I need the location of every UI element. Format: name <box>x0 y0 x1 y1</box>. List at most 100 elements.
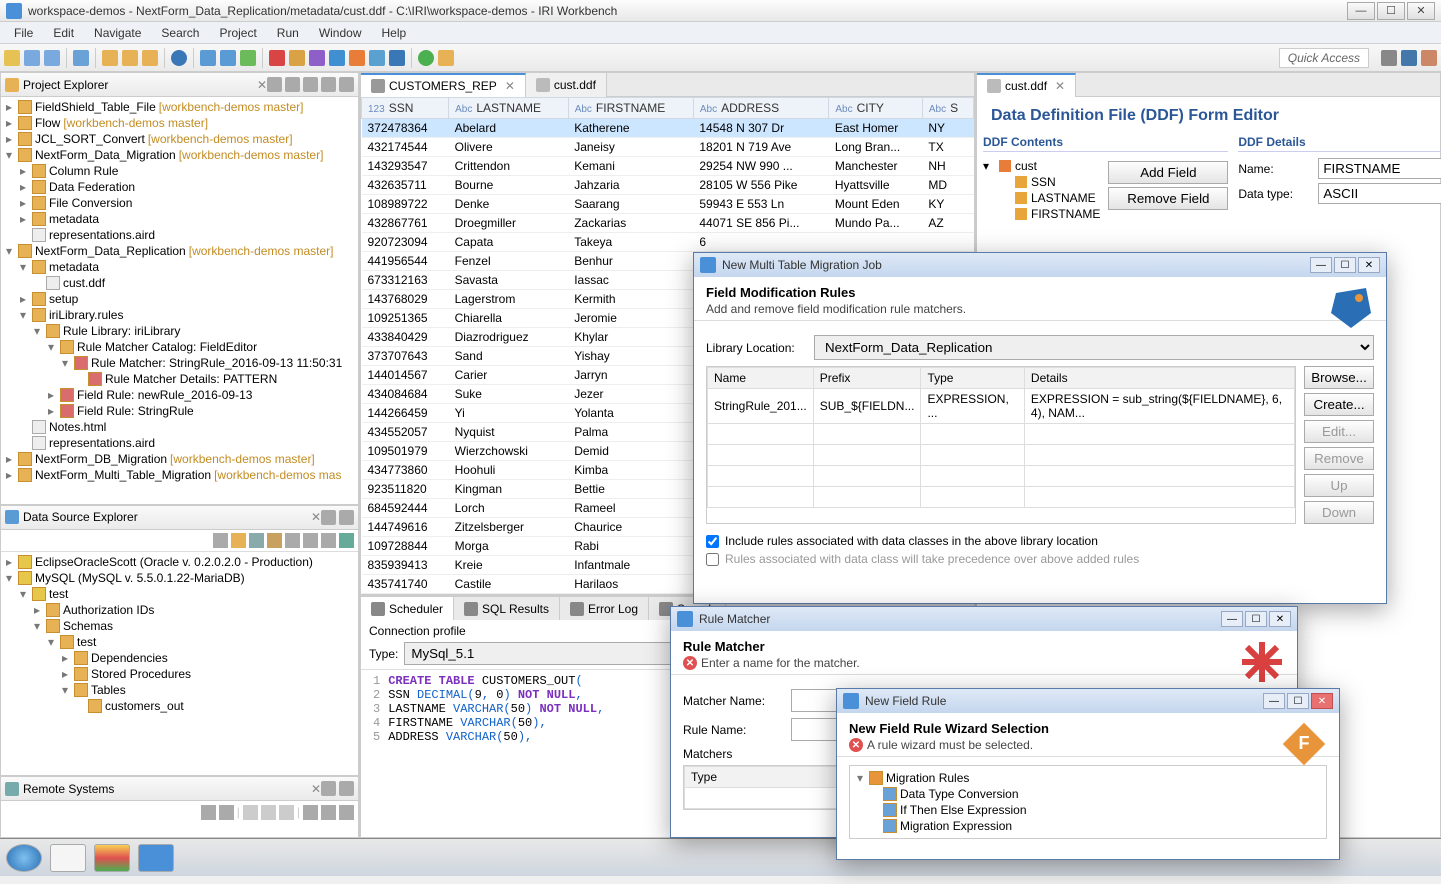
run-icon[interactable] <box>418 50 434 66</box>
ddf-type-input[interactable] <box>1318 183 1441 204</box>
tree-node[interactable]: Notes.html <box>3 419 356 435</box>
menu-run[interactable]: Run <box>267 26 309 40</box>
mig-btn-remove[interactable]: Remove <box>1304 447 1374 470</box>
tree-node[interactable]: ▾metadata <box>3 259 356 275</box>
folder2-icon[interactable] <box>122 50 138 66</box>
mig-btn-edit[interactable]: Edit... <box>1304 420 1374 443</box>
menu-edit[interactable]: Edit <box>43 26 84 40</box>
tree-node[interactable]: ▸JCL_SORT_Convert [workbench-demos maste… <box>3 131 356 147</box>
rule-row[interactable]: StringRule_201...SUB_${FIELDN...EXPRESSI… <box>708 389 1295 424</box>
blue-icon[interactable] <box>329 50 345 66</box>
tree-node[interactable]: ▾MySQL (MySQL v. 5.5.0.1.22-MariaDB) <box>3 570 356 586</box>
min-icon[interactable] <box>321 77 336 92</box>
ddf-tab-close[interactable]: ✕ <box>1055 79 1065 93</box>
quick-access-input[interactable]: Quick Access <box>1279 48 1369 68</box>
add-field-button[interactable]: Add Field <box>1108 161 1228 184</box>
tree-node[interactable]: ▾iriLibrary.rules <box>3 307 356 323</box>
tree-node[interactable]: ▾test <box>3 586 356 602</box>
tree-node[interactable]: ▸Flow [workbench-demos master] <box>3 115 356 131</box>
mig-btn-create[interactable]: Create... <box>1304 393 1374 416</box>
rs-back-icon[interactable] <box>243 805 258 820</box>
col-header[interactable]: AbcADDRESS <box>693 98 828 119</box>
dse-tb1-icon[interactable] <box>213 533 228 548</box>
ddf-field-node[interactable]: LASTNAME <box>983 190 1100 206</box>
orange2-icon[interactable] <box>349 50 365 66</box>
tab-customers-rep[interactable]: CUSTOMERS_REP ✕ <box>361 73 526 97</box>
dse-min-icon[interactable] <box>321 510 336 525</box>
lib-location-select[interactable]: NextForm_Data_Replication <box>814 335 1374 360</box>
rs-tb2-icon[interactable] <box>219 805 234 820</box>
tree-node[interactable]: ▸Authorization IDs <box>3 602 356 618</box>
db-icon[interactable] <box>200 50 216 66</box>
rs-min-icon[interactable] <box>321 781 336 796</box>
save-icon[interactable] <box>24 50 40 66</box>
minimize-button[interactable]: — <box>1347 2 1375 20</box>
mig-col-header[interactable]: Details <box>1024 368 1294 389</box>
start-button[interactable] <box>6 844 42 872</box>
tree-node[interactable]: ▸Stored Procedures <box>3 666 356 682</box>
tree-node[interactable]: ▸Field Rule: newRule_2016-09-13 <box>3 387 356 403</box>
tree-node[interactable]: ▾test <box>3 634 356 650</box>
col-header[interactable]: AbcCITY <box>829 98 923 119</box>
collapse-icon[interactable] <box>267 77 282 92</box>
menu-project[interactable]: Project <box>209 26 266 40</box>
tree-node[interactable]: ▸NextForm_DB_Migration [workbench-demos … <box>3 451 356 467</box>
workbench-task-icon[interactable] <box>138 844 174 872</box>
table-row[interactable]: 920723094CapataTakeya6 <box>362 233 974 252</box>
rs-fwd-icon[interactable] <box>261 805 276 820</box>
tree-node[interactable]: ▾NextForm_Data_Migration [workbench-demo… <box>3 147 356 163</box>
link-icon[interactable] <box>285 77 300 92</box>
fr-max-button[interactable]: ☐ <box>1287 693 1309 709</box>
tree-node[interactable]: ▸EclipseOracleScott (Oracle v. 0.2.0.2.0… <box>3 554 356 570</box>
fr-tree-item[interactable]: Data Type Conversion <box>854 786 1322 802</box>
save-all-icon[interactable] <box>44 50 60 66</box>
tree-node[interactable]: ▾Tables <box>3 682 356 698</box>
fr-min-button[interactable]: — <box>1263 693 1285 709</box>
bottom-tab-error-log[interactable]: Error Log <box>560 597 649 620</box>
dlg-max-button[interactable]: ☐ <box>1334 257 1356 273</box>
tree-node[interactable]: customers_out <box>3 698 356 714</box>
rs-tb4-icon[interactable] <box>321 805 336 820</box>
rm-max-button[interactable]: ☐ <box>1245 611 1267 627</box>
tree-node[interactable]: Rule Matcher Details: PATTERN <box>3 371 356 387</box>
globe-icon[interactable] <box>171 50 187 66</box>
menu-help[interactable]: Help <box>372 26 417 40</box>
tree-node[interactable]: ▸FieldShield_Table_File [workbench-demos… <box>3 99 356 115</box>
mig-btn-browse[interactable]: Browse... <box>1304 366 1374 389</box>
table-row[interactable]: 432635711BourneJahzaria28105 W 556 PikeH… <box>362 176 974 195</box>
table-row[interactable]: 108989722DenkeSaarang59943 E 553 LnMount… <box>362 195 974 214</box>
chk-precedence[interactable] <box>706 553 719 566</box>
col-header[interactable]: 123SSN <box>362 98 449 119</box>
gear-icon[interactable] <box>389 50 405 66</box>
menu-icon[interactable] <box>303 77 318 92</box>
table-row[interactable]: 432867761DroegmillerZackarias44071 SE 85… <box>362 214 974 233</box>
orange-icon[interactable] <box>289 50 305 66</box>
rs-tb1-icon[interactable] <box>201 805 216 820</box>
dse-tb8-icon[interactable] <box>339 533 354 548</box>
red-icon[interactable] <box>269 50 285 66</box>
menu-navigate[interactable]: Navigate <box>84 26 151 40</box>
mig-col-header[interactable]: Prefix <box>813 368 921 389</box>
run-config-icon[interactable] <box>438 50 454 66</box>
tree-node[interactable]: ▸Data Federation <box>3 179 356 195</box>
dlg-close-button[interactable]: ✕ <box>1358 257 1380 273</box>
fr-tree-item[interactable]: If Then Else Expression <box>854 802 1322 818</box>
maximize-button[interactable]: ☐ <box>1377 2 1405 20</box>
max-icon[interactable] <box>339 77 354 92</box>
table-row[interactable]: 372478364AbelardKatherene14548 N 307 DrE… <box>362 119 974 138</box>
tree-node[interactable]: ▸metadata <box>3 211 356 227</box>
tree-node[interactable]: ▸NextForm_Multi_Table_Migration [workben… <box>3 467 356 483</box>
tab-ddf[interactable]: cust.ddf ✕ <box>977 73 1076 97</box>
perspective2-icon[interactable] <box>1401 50 1417 66</box>
perspective-icon[interactable] <box>1381 50 1397 66</box>
chk-include-rules[interactable] <box>706 535 719 548</box>
rs-up-icon[interactable] <box>279 805 294 820</box>
tab-cust-ddf[interactable]: cust.ddf <box>526 73 607 97</box>
tree-node[interactable]: ▸Field Rule: StringRule <box>3 403 356 419</box>
tree-node[interactable]: ▾Rule Matcher Catalog: FieldEditor <box>3 339 356 355</box>
rs-tb3-icon[interactable] <box>303 805 318 820</box>
fr-tree-item[interactable]: Migration Expression <box>854 818 1322 834</box>
dse-tb7-icon[interactable] <box>321 533 336 548</box>
chrome-task-icon[interactable] <box>94 844 130 872</box>
folder-icon[interactable] <box>102 50 118 66</box>
